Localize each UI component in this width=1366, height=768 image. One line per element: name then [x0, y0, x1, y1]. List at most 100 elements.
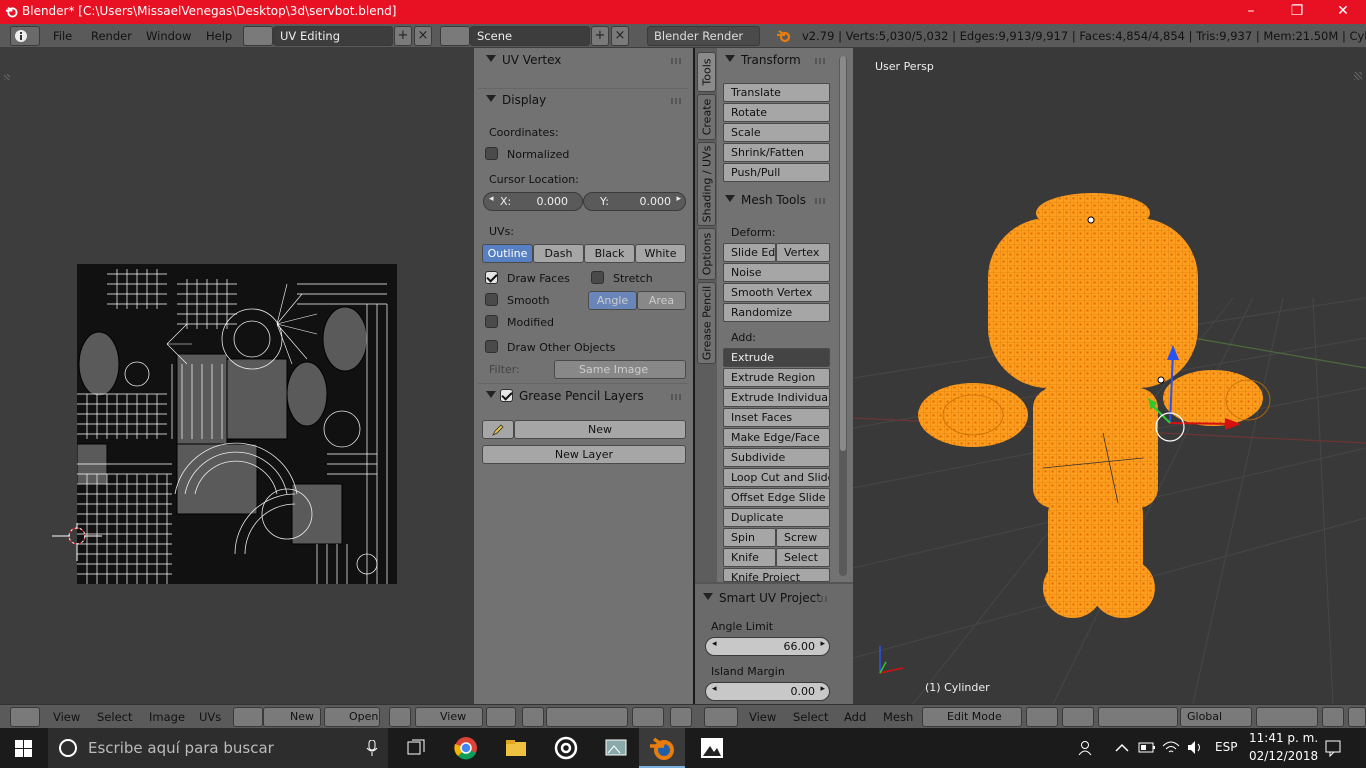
uv-vertex-panel-header[interactable]: UV Vertex	[478, 50, 689, 72]
slide-vertex-button[interactable]: Vertex	[776, 243, 830, 262]
mode-select[interactable]: Edit Mode	[922, 707, 1022, 727]
manipulator-buttons[interactable]	[1098, 707, 1178, 727]
filter-select[interactable]: Same Image	[554, 360, 686, 379]
chevron-up-icon[interactable]	[1115, 743, 1129, 752]
minimize-button[interactable]: –	[1228, 0, 1274, 24]
tab-create[interactable]: Create	[697, 94, 716, 140]
notifications-icon[interactable]	[1324, 739, 1342, 757]
spin-button[interactable]: Spin	[723, 528, 776, 547]
inset-faces-button[interactable]: Inset Faces	[723, 408, 830, 427]
image-viewer-icon[interactable]	[698, 734, 726, 762]
add-screen-button[interactable]: +	[394, 26, 412, 46]
grease-pencil-checkbox[interactable]	[500, 389, 513, 402]
media-app-icon[interactable]	[552, 734, 580, 762]
3d-menu-mesh[interactable]: Mesh	[883, 710, 913, 724]
uv-mode-outline[interactable]: Outline	[482, 244, 533, 263]
randomize-button[interactable]: Randomize	[723, 303, 830, 322]
island-margin-field[interactable]: ◂ 0.00 ▸	[705, 682, 830, 701]
3d-menu-view[interactable]: View	[749, 710, 776, 724]
render-engine-select[interactable]: Blender Render	[647, 26, 760, 46]
grip-icon[interactable]	[671, 98, 683, 104]
task-view-icon[interactable]	[402, 734, 430, 762]
wifi-icon[interactable]	[1162, 740, 1180, 755]
3d-viewport[interactable]: User Persp (1) Cylinder	[853, 48, 1366, 704]
clock-date[interactable]: 02/12/2018	[1249, 749, 1318, 763]
menu-file[interactable]: File	[53, 29, 72, 43]
angle-limit-field[interactable]: ◂ 66.00 ▸	[705, 637, 830, 656]
rotate-button[interactable]: Rotate	[723, 103, 830, 122]
menu-render[interactable]: Render	[91, 29, 132, 43]
occlude-geometry-icon[interactable]	[1322, 707, 1344, 727]
knife-project-button[interactable]: Knife Project	[723, 568, 830, 582]
sync-selection-icon[interactable]	[522, 707, 544, 727]
normalized-checkbox[interactable]	[485, 147, 498, 160]
stretch-angle-button[interactable]: Angle	[588, 291, 637, 310]
language-indicator[interactable]: ESP	[1215, 740, 1237, 754]
knife-select-button[interactable]: Select	[776, 548, 830, 567]
menu-help[interactable]: Help	[206, 29, 232, 43]
editor-type-info-button[interactable]	[10, 26, 40, 46]
pencil-datablock-button[interactable]	[482, 420, 514, 439]
scene-icon[interactable]	[440, 26, 470, 46]
chrome-icon[interactable]	[452, 734, 480, 762]
screw-button[interactable]: Screw	[776, 528, 830, 547]
taskbar-search-box[interactable]: Escribe aquí para buscar	[48, 728, 388, 768]
3d-menu-select[interactable]: Select	[793, 710, 828, 724]
tab-options[interactable]: Options	[697, 228, 716, 280]
new-image-button[interactable]: New	[263, 707, 321, 727]
draw-faces-checkbox[interactable]	[485, 271, 498, 284]
uv-image-editor[interactable]	[0, 48, 474, 704]
translate-button[interactable]: Translate	[723, 83, 830, 102]
menu-window[interactable]: Window	[146, 29, 191, 43]
view-mode-select[interactable]: View	[415, 707, 483, 727]
viewport-shading-icon[interactable]	[1026, 707, 1058, 727]
new-grease-pencil-button[interactable]: New	[514, 420, 686, 439]
stretch-area-button[interactable]: Area	[637, 291, 686, 310]
mesh-select-mode-buttons[interactable]	[1256, 707, 1318, 727]
shrink-fatten-button[interactable]: Shrink/Fatten	[723, 143, 830, 162]
pivot-point-icon[interactable]	[1062, 707, 1094, 727]
smooth-checkbox[interactable]	[485, 293, 498, 306]
pin-icon[interactable]	[389, 707, 411, 727]
slide-edge-button[interactable]: Slide Ed	[723, 243, 776, 262]
grease-pencil-layers-header[interactable]: Grease Pencil Layers	[478, 386, 689, 408]
servbot-mesh[interactable]	[918, 193, 1263, 618]
scale-button[interactable]: Scale	[723, 123, 830, 142]
proportional-edit-icon[interactable]	[670, 707, 692, 727]
pivot-icon[interactable]	[486, 707, 516, 727]
selection-mode-buttons[interactable]	[546, 707, 628, 727]
extrude-menu[interactable]: Extrude	[723, 348, 830, 367]
clock-time[interactable]: 11:41 p. m.	[1249, 731, 1318, 745]
push-pull-button[interactable]: Push/Pull	[723, 163, 830, 182]
scrollbar[interactable]	[839, 56, 847, 576]
viewport-scene[interactable]	[853, 48, 1366, 704]
uv-menu-image[interactable]: Image	[149, 710, 185, 724]
mesh-tools-panel-header[interactable]: Mesh Tools	[717, 190, 833, 212]
draw-other-objects-checkbox[interactable]	[485, 340, 498, 353]
image-browse-button[interactable]	[233, 707, 263, 727]
tab-grease-pencil[interactable]: Grease Pencil	[697, 282, 716, 364]
grip-icon[interactable]	[815, 198, 827, 204]
uv-mode-white[interactable]: White	[635, 244, 686, 263]
uv-menu-view[interactable]: View	[53, 710, 80, 724]
remove-screen-button[interactable]: ×	[414, 26, 432, 46]
2d-cursor-icon[interactable]	[52, 523, 102, 563]
loop-cut-slide-button[interactable]: Loop Cut and Slide	[723, 468, 830, 487]
volume-icon[interactable]	[1186, 740, 1204, 755]
blender-taskbar-button[interactable]	[639, 728, 685, 768]
remove-scene-button[interactable]: ×	[611, 26, 629, 46]
extrude-individual-button[interactable]: Extrude Individual	[723, 388, 830, 407]
sticky-selection-icon[interactable]	[632, 707, 664, 727]
uv-mode-black[interactable]: Black	[584, 244, 635, 263]
subdivide-button[interactable]: Subdivide	[723, 448, 830, 467]
screen-layout-icon[interactable]	[243, 26, 273, 46]
smart-uv-project-header[interactable]: Smart UV Project	[695, 588, 835, 610]
smooth-vertex-button[interactable]: Smooth Vertex	[723, 283, 830, 302]
offset-edge-slide-button[interactable]: Offset Edge Slide	[723, 488, 830, 507]
editor-type-3d-button[interactable]	[704, 707, 738, 727]
grip-icon[interactable]	[817, 596, 829, 602]
stretch-checkbox[interactable]	[591, 271, 604, 284]
file-explorer-icon[interactable]	[502, 734, 530, 762]
duplicate-button[interactable]: Duplicate	[723, 508, 830, 527]
photos-app-icon[interactable]	[602, 734, 630, 762]
